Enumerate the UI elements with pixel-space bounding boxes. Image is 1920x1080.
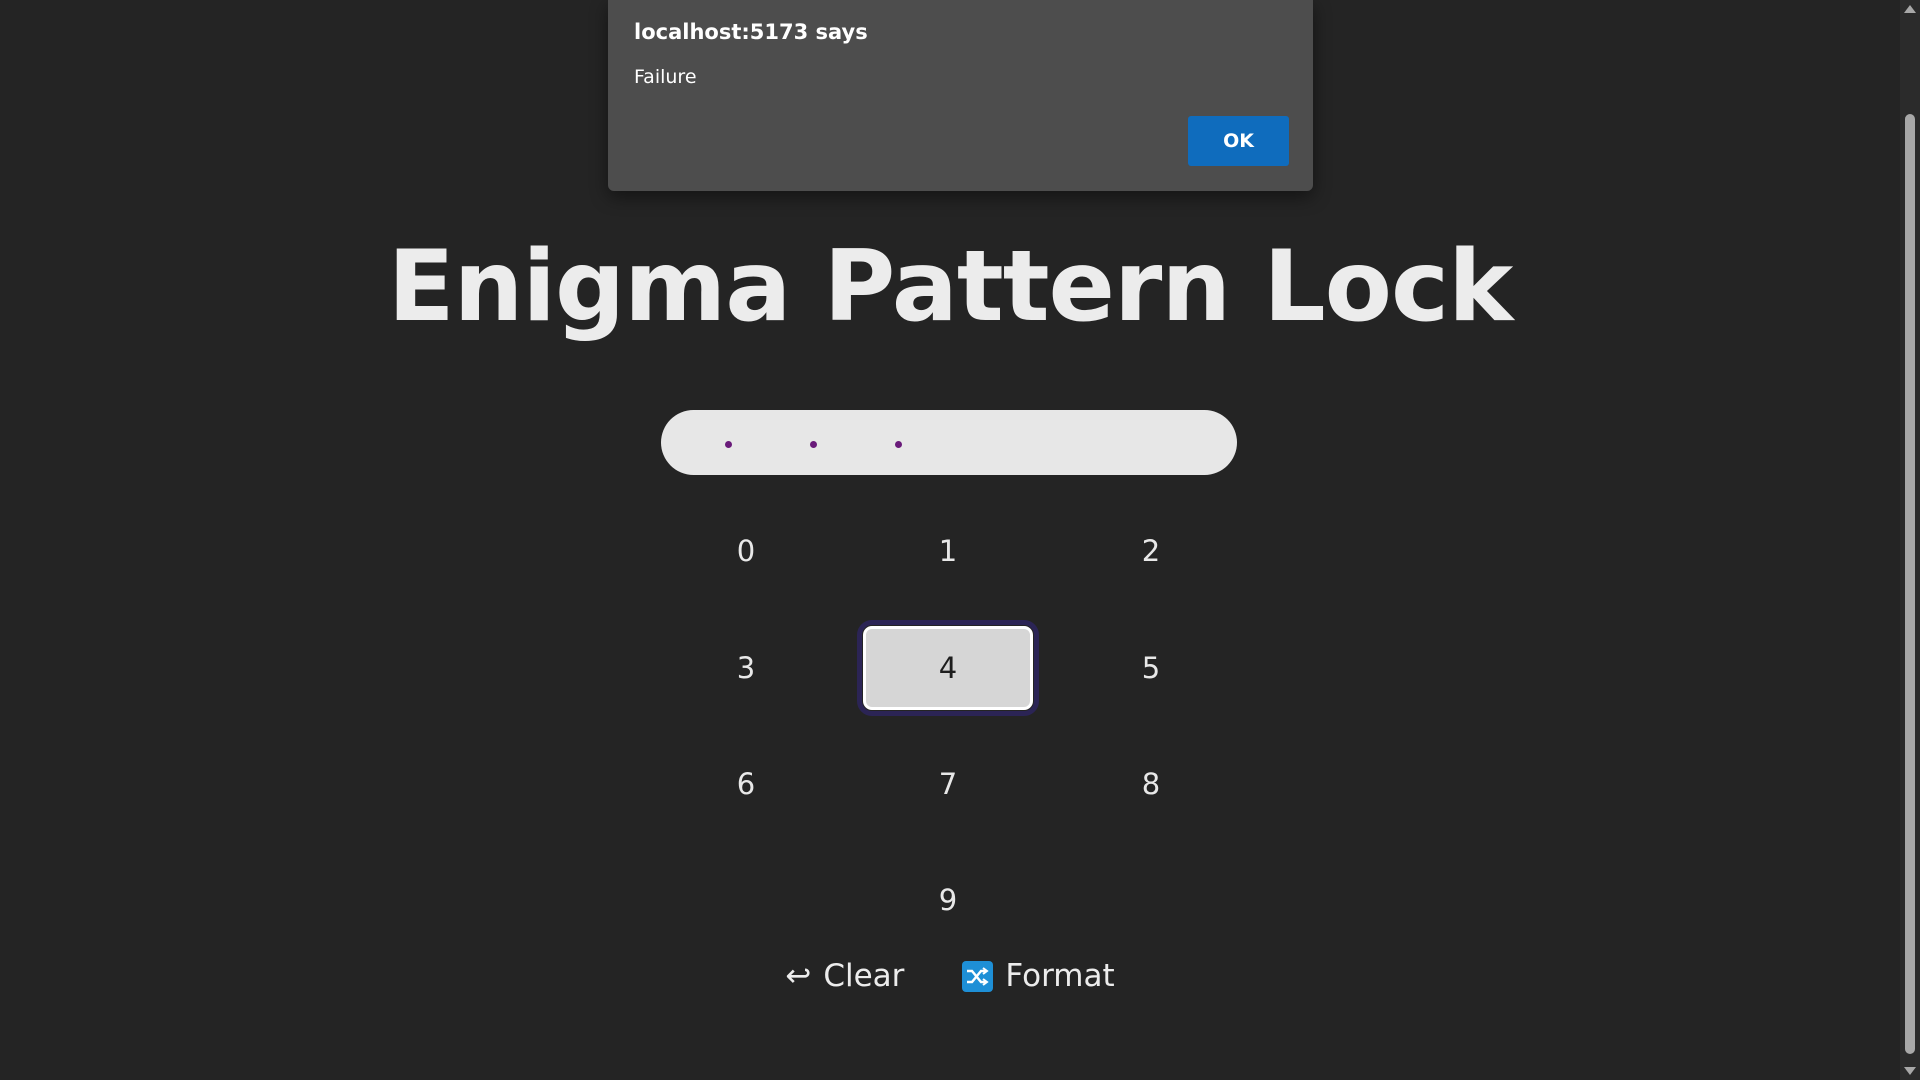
format-button[interactable]: Format bbox=[962, 958, 1115, 994]
scroll-up-icon[interactable] bbox=[1904, 5, 1916, 13]
key-3[interactable]: 3 bbox=[661, 626, 831, 710]
key-6[interactable]: 6 bbox=[661, 742, 831, 826]
dialog-message: Failure bbox=[634, 66, 697, 88]
return-icon: ↩ bbox=[785, 958, 812, 994]
format-label: Format bbox=[1005, 958, 1115, 994]
pattern-display bbox=[661, 410, 1237, 475]
entered-dot bbox=[895, 441, 902, 448]
key-9[interactable]: 9 bbox=[863, 858, 1033, 942]
entered-dot bbox=[725, 441, 732, 448]
key-0[interactable]: 0 bbox=[661, 509, 831, 593]
shuffle-icon bbox=[962, 960, 994, 992]
scroll-thumb[interactable] bbox=[1905, 114, 1915, 1054]
vertical-scrollbar[interactable] bbox=[1900, 0, 1920, 1080]
key-5[interactable]: 5 bbox=[1066, 626, 1236, 710]
clear-button[interactable]: ↩ Clear bbox=[785, 958, 904, 994]
alert-dialog: localhost:5173 says Failure OK bbox=[608, 0, 1313, 191]
dialog-title: localhost:5173 says bbox=[634, 20, 868, 44]
scroll-down-icon[interactable] bbox=[1904, 1067, 1916, 1075]
key-8[interactable]: 8 bbox=[1066, 742, 1236, 826]
page-title: Enigma Pattern Lock bbox=[387, 230, 1514, 344]
key-1[interactable]: 1 bbox=[863, 509, 1033, 593]
ok-button[interactable]: OK bbox=[1188, 116, 1289, 166]
action-bar: ↩ Clear Format bbox=[0, 958, 1900, 994]
key-4[interactable]: 4 bbox=[857, 620, 1039, 716]
entered-dot bbox=[810, 441, 817, 448]
key-7[interactable]: 7 bbox=[863, 742, 1033, 826]
clear-label: Clear bbox=[823, 958, 905, 994]
key-2[interactable]: 2 bbox=[1066, 509, 1236, 593]
